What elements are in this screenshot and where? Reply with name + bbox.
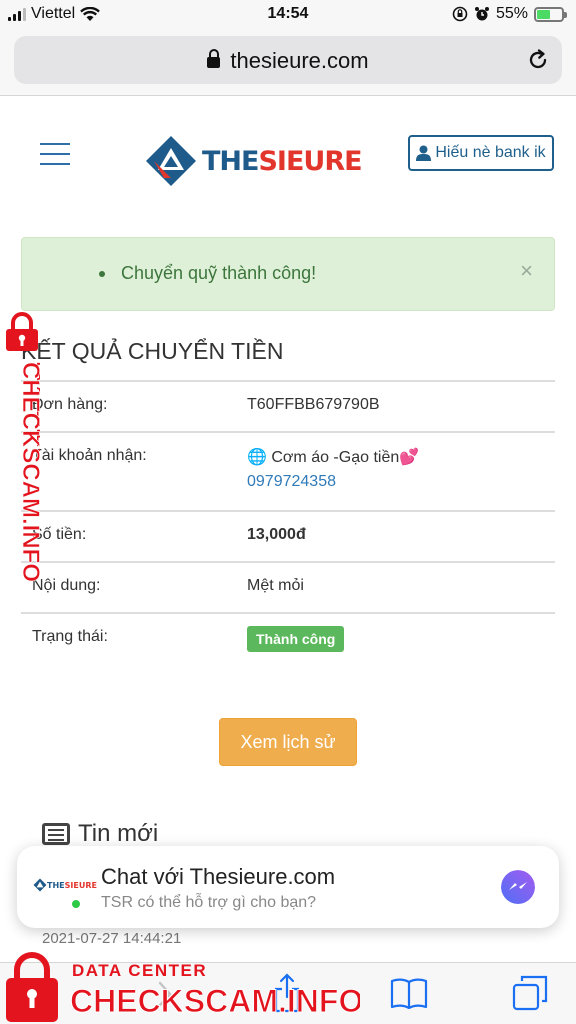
recipient-name: 🌐 Cơm áo -Gạo tiền💕: [247, 449, 420, 466]
address-bar[interactable]: thesieure.com: [14, 36, 562, 84]
watermark-lock-icon: [6, 312, 38, 351]
news-title-text: Tin mới: [78, 820, 159, 847]
watermark-bottom-line2: CHECKSCAM.INFO: [70, 983, 360, 1019]
battery-icon: [534, 6, 567, 22]
order-value: T60FFBB679790B: [247, 396, 380, 413]
menu-icon[interactable]: [40, 143, 70, 167]
alarm-icon: [474, 7, 489, 21]
tabs-icon[interactable]: [512, 975, 548, 1011]
recipient-value: 🌐 Cơm áo -Gạo tiền💕 0979724358: [247, 447, 419, 491]
alert-message: Chuyển quỹ thành công!: [121, 263, 317, 283]
table-row-content: Nội dung: Mệt mỏi: [21, 561, 555, 612]
view-history-button[interactable]: Xem lịch sử: [219, 718, 357, 766]
lock-icon: [207, 49, 221, 68]
recipient-label: Tài khoản nhận:: [32, 447, 147, 464]
table-row-order: Đơn hàng: T60FFBB679790B: [21, 380, 555, 431]
online-indicator: [70, 898, 82, 910]
table-row-status: Trạng thái: Thành công: [21, 612, 555, 668]
messenger-icon[interactable]: [501, 870, 535, 904]
chat-subtitle: TSR có thể hỗ trợ gì cho bạn?: [101, 894, 317, 911]
watermark-bottom-line1: DATA CENTER: [72, 961, 207, 980]
chat-title: Chat với Thesieure.com: [101, 864, 336, 889]
watermark-vertical-line2: CHECKSCAM.INFO: [17, 362, 40, 582]
site-logo[interactable]: THESIEURE: [144, 134, 363, 188]
chat-logo-text-the: THE: [47, 880, 65, 890]
table-row-recipient: Tài khoản nhận: 🌐 Cơm áo -Gạo tiền💕 0979…: [21, 431, 555, 510]
bullet-icon: [99, 271, 105, 277]
chat-logo-text-sieure: SIEURE: [64, 880, 97, 890]
orientation-lock-icon: [452, 6, 468, 22]
url-text: thesieure.com: [230, 48, 369, 73]
recipient-phone-link[interactable]: 0979724358: [247, 473, 419, 491]
close-icon[interactable]: ×: [520, 258, 533, 284]
status-label: Trạng thái:: [32, 628, 108, 645]
watermark-bottom: DATA CENTER CHECKSCAM.INFO: [6, 952, 360, 1022]
battery-percent: 55%: [495, 5, 528, 22]
content-value: Mệt mỏi: [247, 577, 304, 594]
news-heading: Tin mới: [42, 820, 158, 848]
browser-chrome: thesieure.com: [0, 30, 576, 96]
news-date: 2021-07-27 14:44:21: [42, 930, 182, 947]
logo-text-the: THE: [202, 145, 259, 177]
chat-logo-mark-icon: [33, 878, 47, 892]
chat-logo: THESIEURE: [33, 878, 97, 892]
amount-label: Số tiền:: [32, 526, 87, 543]
account-name: Hiếu nè bank ik: [435, 144, 546, 161]
logo-text-sieure: SIEURE: [258, 145, 362, 177]
order-label: Đơn hàng:: [32, 396, 108, 413]
amount-value: 13,000đ: [247, 526, 306, 543]
success-alert: Chuyển quỹ thành công! ×: [21, 237, 555, 311]
watermark-vertical: DATA CENTER CHECKSCAM.INFO: [17, 362, 40, 583]
status-badge: Thành công: [247, 626, 345, 652]
user-icon: [416, 145, 432, 161]
bookmarks-icon[interactable]: [390, 977, 428, 1009]
account-button[interactable]: Hiếu nè bank ik: [408, 135, 554, 171]
logo-mark-icon: [146, 136, 196, 186]
result-title: KẾT QUẢ CHUYỂN TIỀN: [21, 338, 284, 364]
reload-icon[interactable]: [526, 48, 550, 72]
newspaper-icon: [42, 823, 70, 845]
content-label: Nội dung:: [32, 577, 101, 594]
chat-widget[interactable]: THESIEURE Chat với Thesieure.com TSR có …: [17, 846, 559, 928]
ios-status-bar: Viettel 14:54 55%: [0, 0, 576, 30]
table-row-amount: Số tiền: 13,000đ: [21, 510, 555, 561]
